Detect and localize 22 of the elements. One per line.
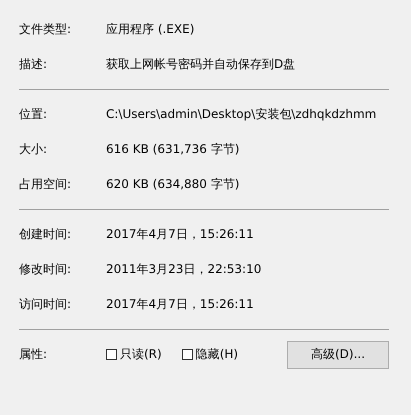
field-value: 2017年4月7日，15:26:11 <box>106 296 254 313</box>
field-label: 创建时间: <box>19 226 72 243</box>
field-value: 620 KB (634,880 字节) <box>106 176 240 193</box>
advanced-button[interactable]: 高级(D)... <box>287 340 389 368</box>
field-label: 占用空间: <box>19 176 72 193</box>
checkbox[interactable] <box>106 349 117 360</box>
field-label: 大小: <box>19 141 48 158</box>
field-value: 2011年3月23日，22:53:10 <box>106 261 262 278</box>
field-label: 位置: <box>19 106 48 123</box>
field-value: 获取上网帐号密码并自动保存到D盘 <box>106 56 296 73</box>
field-value: 2017年4月7日，15:26:11 <box>106 226 254 243</box>
checkbox-label[interactable]: 只读(R) <box>120 346 162 363</box>
checkbox[interactable] <box>182 349 193 360</box>
checkbox-label[interactable]: 隐藏(H) <box>196 346 238 363</box>
field-label: 属性: <box>19 346 48 363</box>
field-label: 修改时间: <box>19 261 72 278</box>
field-value: 616 KB (631,736 字节) <box>106 141 240 158</box>
field-value: 应用程序 (.EXE) <box>106 21 194 38</box>
field-label: 描述: <box>19 56 48 73</box>
field-value: C:\Users\admin\Desktop\安装包\zdhqkdzhmm <box>106 106 376 123</box>
field-label: 访问时间: <box>19 296 72 313</box>
field-label: 文件类型: <box>19 21 72 38</box>
